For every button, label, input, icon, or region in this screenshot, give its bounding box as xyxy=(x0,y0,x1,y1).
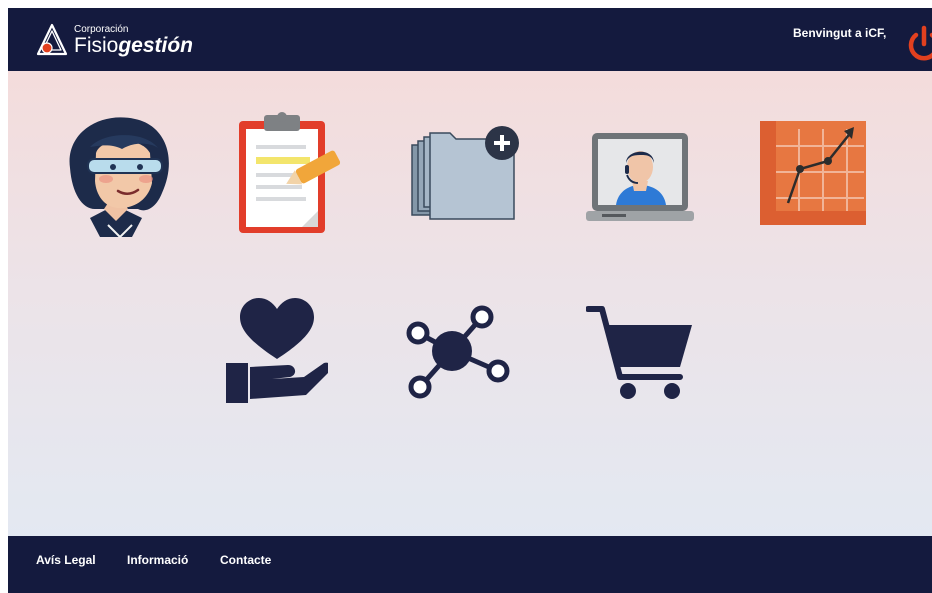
tile-folders-add[interactable] xyxy=(410,123,522,223)
shopping-cart-icon xyxy=(586,306,692,399)
tile-user-profile[interactable] xyxy=(60,113,175,238)
logo-title-part1: Fisio xyxy=(74,34,119,57)
company-logo[interactable]: Corporación Fisiogestión xyxy=(34,20,214,60)
main-menu xyxy=(8,71,932,536)
logo-title-part2: gestión xyxy=(118,34,194,57)
tile-video-call[interactable] xyxy=(586,125,696,225)
app-window: Corporación Fisiogestión Benvingut a iCF… xyxy=(8,8,932,593)
clipboard-icon xyxy=(239,112,341,233)
legal-link[interactable]: Avís Legal xyxy=(36,553,96,567)
tile-network[interactable] xyxy=(400,303,512,403)
video-call-icon xyxy=(586,133,694,221)
power-icon xyxy=(908,25,932,61)
logo-icon xyxy=(36,23,68,56)
welcome-text: Benvingut a iCF, xyxy=(793,26,887,40)
tile-heart-hand[interactable] xyxy=(216,295,328,405)
top-bar: Corporación Fisiogestión Benvingut a iCF… xyxy=(8,8,932,71)
info-link[interactable]: Informació xyxy=(127,553,188,567)
heart-hand-icon xyxy=(226,298,328,403)
user-profile-icon xyxy=(69,117,169,238)
folders-add-icon xyxy=(411,126,519,220)
footer: Avís Legal Informació Contacte xyxy=(8,536,932,593)
network-icon xyxy=(406,305,510,399)
contact-link[interactable]: Contacte xyxy=(220,553,271,567)
logo-title: Fisiogestión xyxy=(74,34,193,58)
chart-icon xyxy=(760,121,866,225)
logout-button[interactable] xyxy=(904,24,932,64)
tile-shopping-cart[interactable] xyxy=(586,303,698,403)
tile-clipboard[interactable] xyxy=(236,107,346,237)
tile-chart[interactable] xyxy=(760,115,870,227)
